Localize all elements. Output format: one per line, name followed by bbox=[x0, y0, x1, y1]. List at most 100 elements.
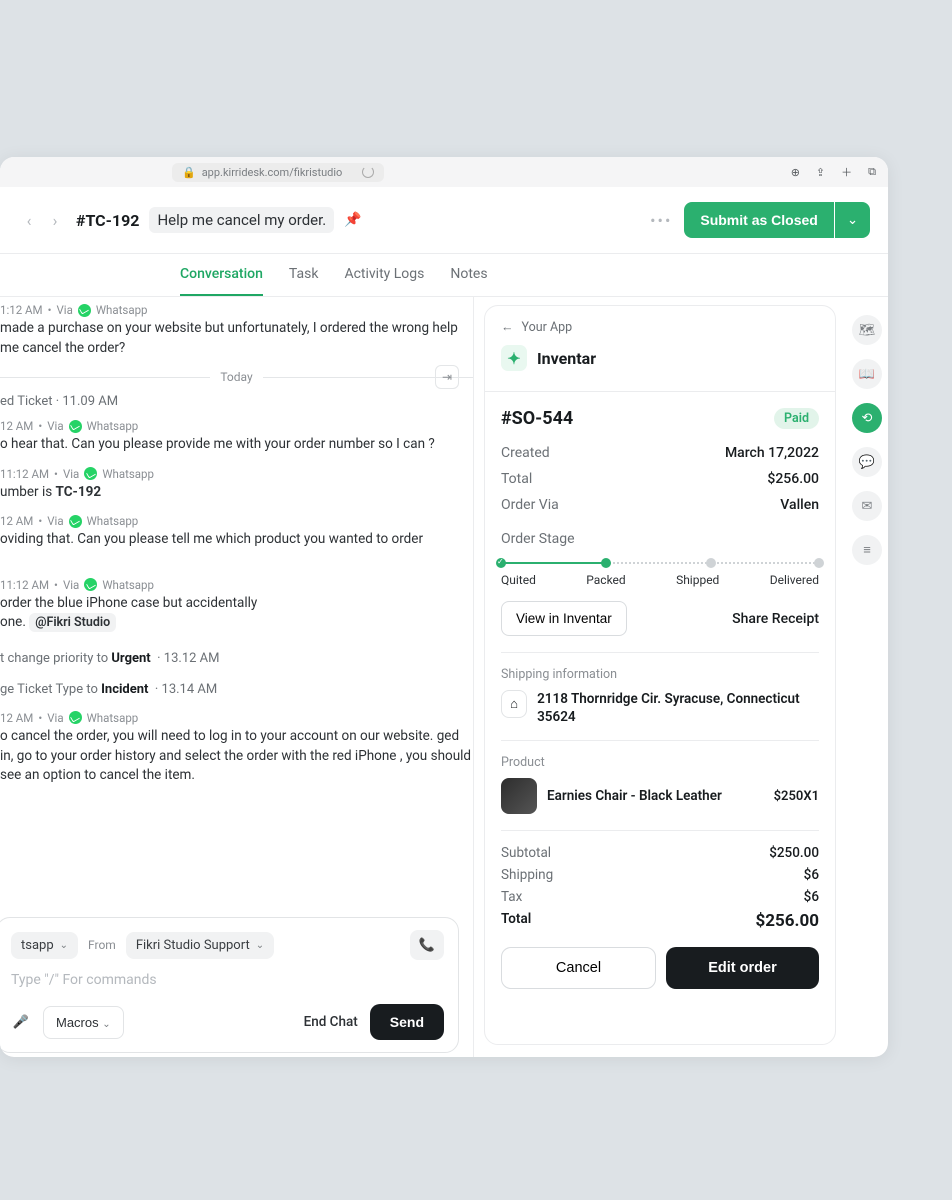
stage-track bbox=[501, 557, 819, 569]
more-icon[interactable]: ••• bbox=[650, 211, 672, 230]
tab-activity-logs[interactable]: Activity Logs bbox=[344, 254, 424, 296]
message: 11:12 AM • Via Whatsapp umber is TC-192 bbox=[0, 467, 473, 503]
mention-chip[interactable]: @Fikri Studio bbox=[29, 613, 116, 632]
created-label: Created bbox=[501, 445, 550, 461]
end-chat-button[interactable]: End Chat bbox=[304, 1014, 358, 1030]
message-time: 11:12 AM bbox=[0, 467, 49, 481]
send-button[interactable]: Send bbox=[370, 1004, 444, 1040]
rail-settings-icon[interactable]: ≡ bbox=[852, 535, 882, 565]
totals: Subtotal$250.00 Shipping$6 Tax$6 Total$2… bbox=[501, 845, 819, 937]
tabs: Conversation Task Activity Logs Notes bbox=[0, 254, 888, 297]
message-text: o hear that. Can you please provide me w… bbox=[0, 435, 473, 455]
chevron-down-icon: ⌄ bbox=[60, 940, 68, 951]
product-section-label: Product bbox=[501, 755, 819, 770]
refresh-icon[interactable] bbox=[362, 166, 374, 178]
event-time: 13.12 AM bbox=[164, 651, 220, 666]
product-row: Earnies Chair - Black Leather $250X1 bbox=[501, 778, 819, 814]
system-event: t change priority to Urgent · 13.12 AM bbox=[0, 651, 473, 666]
via-label: Order Via bbox=[501, 497, 559, 513]
body: 1:12 AM • Via Whatsapp made a purchase o… bbox=[0, 297, 888, 1057]
channel-name: Whatsapp bbox=[96, 303, 148, 317]
total-value: $256.00 bbox=[767, 471, 819, 487]
tab-conversation[interactable]: Conversation bbox=[180, 254, 263, 296]
submit-closed-button[interactable]: Submit as Closed bbox=[684, 202, 833, 238]
whatsapp-icon bbox=[69, 515, 82, 528]
share-receipt-link[interactable]: Share Receipt bbox=[732, 611, 819, 627]
message-text: o cancel the order, you will need to log… bbox=[0, 727, 473, 786]
pin-icon[interactable]: 📌 bbox=[344, 212, 361, 228]
rail-map-icon[interactable]: 🗺 bbox=[852, 315, 882, 345]
day-label: Today bbox=[220, 370, 252, 384]
message: 1:12 AM • Via Whatsapp made a purchase o… bbox=[0, 303, 473, 358]
new-tab-icon[interactable]: ＋ bbox=[841, 164, 852, 180]
message-time: 12 AM bbox=[0, 419, 33, 433]
message-time: 11:12 AM bbox=[0, 578, 49, 592]
macros-button[interactable]: Macros ⌄ bbox=[43, 1006, 124, 1039]
ticket-title: Help me cancel my order. bbox=[149, 207, 334, 233]
browser-actions: ⊕ ⇪ ＋ ⧉ bbox=[791, 164, 876, 180]
whatsapp-icon bbox=[69, 711, 82, 724]
event-time: 13.14 AM bbox=[162, 682, 218, 697]
message-text: order the blue iPhone case but accidenta… bbox=[0, 594, 473, 633]
panel-breadcrumb[interactable]: ← Your App bbox=[501, 320, 819, 335]
message: 11:12 AM • Via Whatsapp order the blue i… bbox=[0, 578, 473, 633]
whatsapp-icon bbox=[69, 420, 82, 433]
from-select[interactable]: Fikri Studio Support ⌄ bbox=[126, 932, 274, 959]
message-time: 12 AM bbox=[0, 514, 33, 528]
total-label: Total bbox=[501, 471, 532, 487]
mic-icon[interactable]: 🎤 bbox=[11, 1015, 31, 1030]
submit-dropdown-button[interactable]: ⌄ bbox=[835, 202, 870, 238]
phone-icon: 📞 bbox=[419, 938, 435, 953]
rail-book-icon[interactable]: 📖 bbox=[852, 359, 882, 389]
tabs-icon[interactable]: ⧉ bbox=[868, 165, 876, 179]
stage-names: Quited Packed Shipped Delivered bbox=[501, 573, 819, 587]
next-ticket-button[interactable]: › bbox=[44, 209, 66, 231]
from-label: From bbox=[88, 938, 116, 952]
url-bar[interactable]: 🔒 app.kirridesk.com/fikristudio bbox=[172, 163, 384, 182]
message: 12 AM • Via Whatsapp o hear that. Can yo… bbox=[0, 419, 473, 455]
rail-integration-icon[interactable]: ⟲ bbox=[852, 403, 882, 433]
chevron-down-icon: ⌄ bbox=[102, 1019, 110, 1030]
collapse-icon[interactable]: ⇥ bbox=[435, 365, 459, 389]
share-icon[interactable]: ⇪ bbox=[816, 166, 825, 179]
whatsapp-icon bbox=[84, 578, 97, 591]
tab-notes[interactable]: Notes bbox=[450, 254, 487, 296]
message-time: 12 AM bbox=[0, 711, 33, 725]
compose-input[interactable]: Type "/" For commands bbox=[11, 972, 444, 988]
back-arrow-icon: ← bbox=[501, 320, 514, 335]
browser-bar: 🔒 app.kirridesk.com/fikristudio ⊕ ⇪ ＋ ⧉ bbox=[0, 157, 888, 187]
channel-select[interactable]: tsapp ⌄ bbox=[11, 932, 78, 959]
rail-chat-icon[interactable]: 💬 bbox=[852, 447, 882, 477]
shipping-address: 2118 Thornridge Cir. Syracuse, Connectic… bbox=[537, 690, 819, 726]
ticket-id: #TC-192 bbox=[76, 211, 139, 230]
message-time: 1:12 AM bbox=[0, 303, 43, 317]
via-value: Vallen bbox=[780, 497, 819, 513]
product-name: Earnies Chair - Black Leather bbox=[547, 788, 764, 804]
chevron-down-icon: ⌄ bbox=[847, 212, 858, 227]
message-text: oviding that. Can you please tell me whi… bbox=[0, 530, 473, 550]
edit-order-button[interactable]: Edit order bbox=[666, 947, 819, 989]
message: 12 AM • Via Whatsapp oviding that. Can y… bbox=[0, 514, 473, 550]
shipping-info: ⌂ 2118 Thornridge Cir. Syracuse, Connect… bbox=[501, 690, 819, 726]
whatsapp-icon bbox=[84, 467, 97, 480]
shipping-section-label: Shipping information bbox=[501, 667, 819, 682]
stage-label: Order Stage bbox=[501, 531, 819, 547]
whatsapp-icon bbox=[78, 304, 91, 317]
lock-icon: 🔒 bbox=[182, 166, 196, 179]
message-text: umber is TC-192 bbox=[0, 483, 473, 503]
message-text: made a purchase on your website but unfo… bbox=[0, 319, 473, 358]
product-price: $250X1 bbox=[774, 789, 819, 804]
download-icon[interactable]: ⊕ bbox=[791, 166, 800, 179]
prev-ticket-button[interactable]: ‹ bbox=[18, 209, 40, 231]
compose-box: tsapp ⌄ From Fikri Studio Support ⌄ 📞 Ty… bbox=[0, 917, 459, 1053]
cancel-button[interactable]: Cancel bbox=[501, 947, 656, 989]
tab-task[interactable]: Task bbox=[289, 254, 319, 296]
view-in-app-button[interactable]: View in Inventar bbox=[501, 601, 627, 636]
chevron-down-icon: ⌄ bbox=[256, 940, 264, 951]
call-button[interactable]: 📞 bbox=[410, 930, 444, 960]
home-icon: ⌂ bbox=[501, 690, 527, 718]
ticket-nav: ‹ › bbox=[18, 209, 66, 231]
app-icon: ✦ bbox=[501, 345, 527, 371]
rail-message-icon[interactable]: ✉ bbox=[852, 491, 882, 521]
system-event: ge Ticket Type to Incident · 13.14 AM bbox=[0, 682, 473, 697]
